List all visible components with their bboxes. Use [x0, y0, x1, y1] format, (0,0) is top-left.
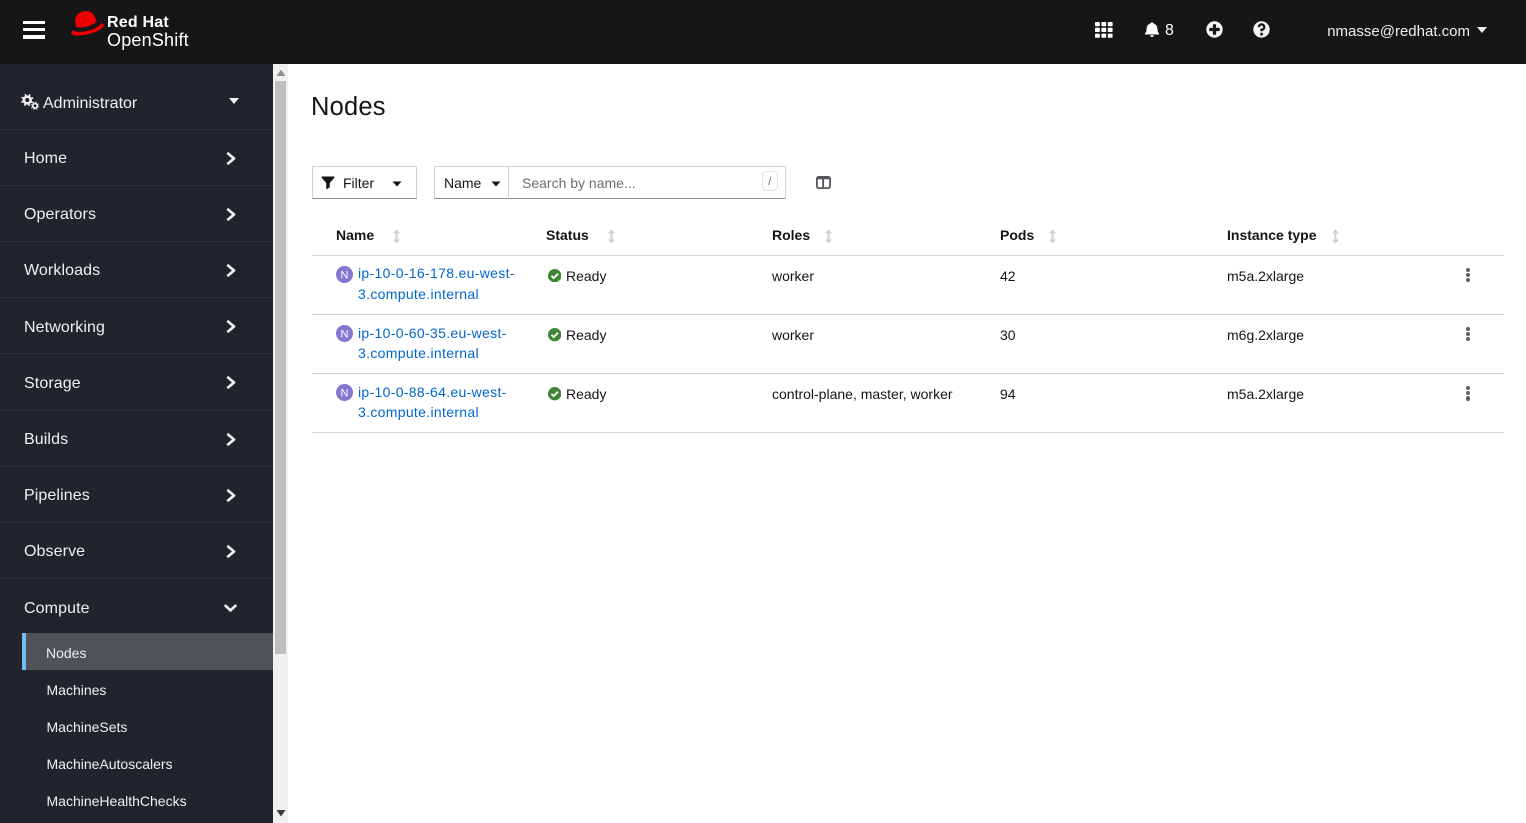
svg-text:N: N — [340, 388, 348, 400]
svg-text:N: N — [340, 270, 348, 282]
svg-text:N: N — [340, 329, 348, 341]
